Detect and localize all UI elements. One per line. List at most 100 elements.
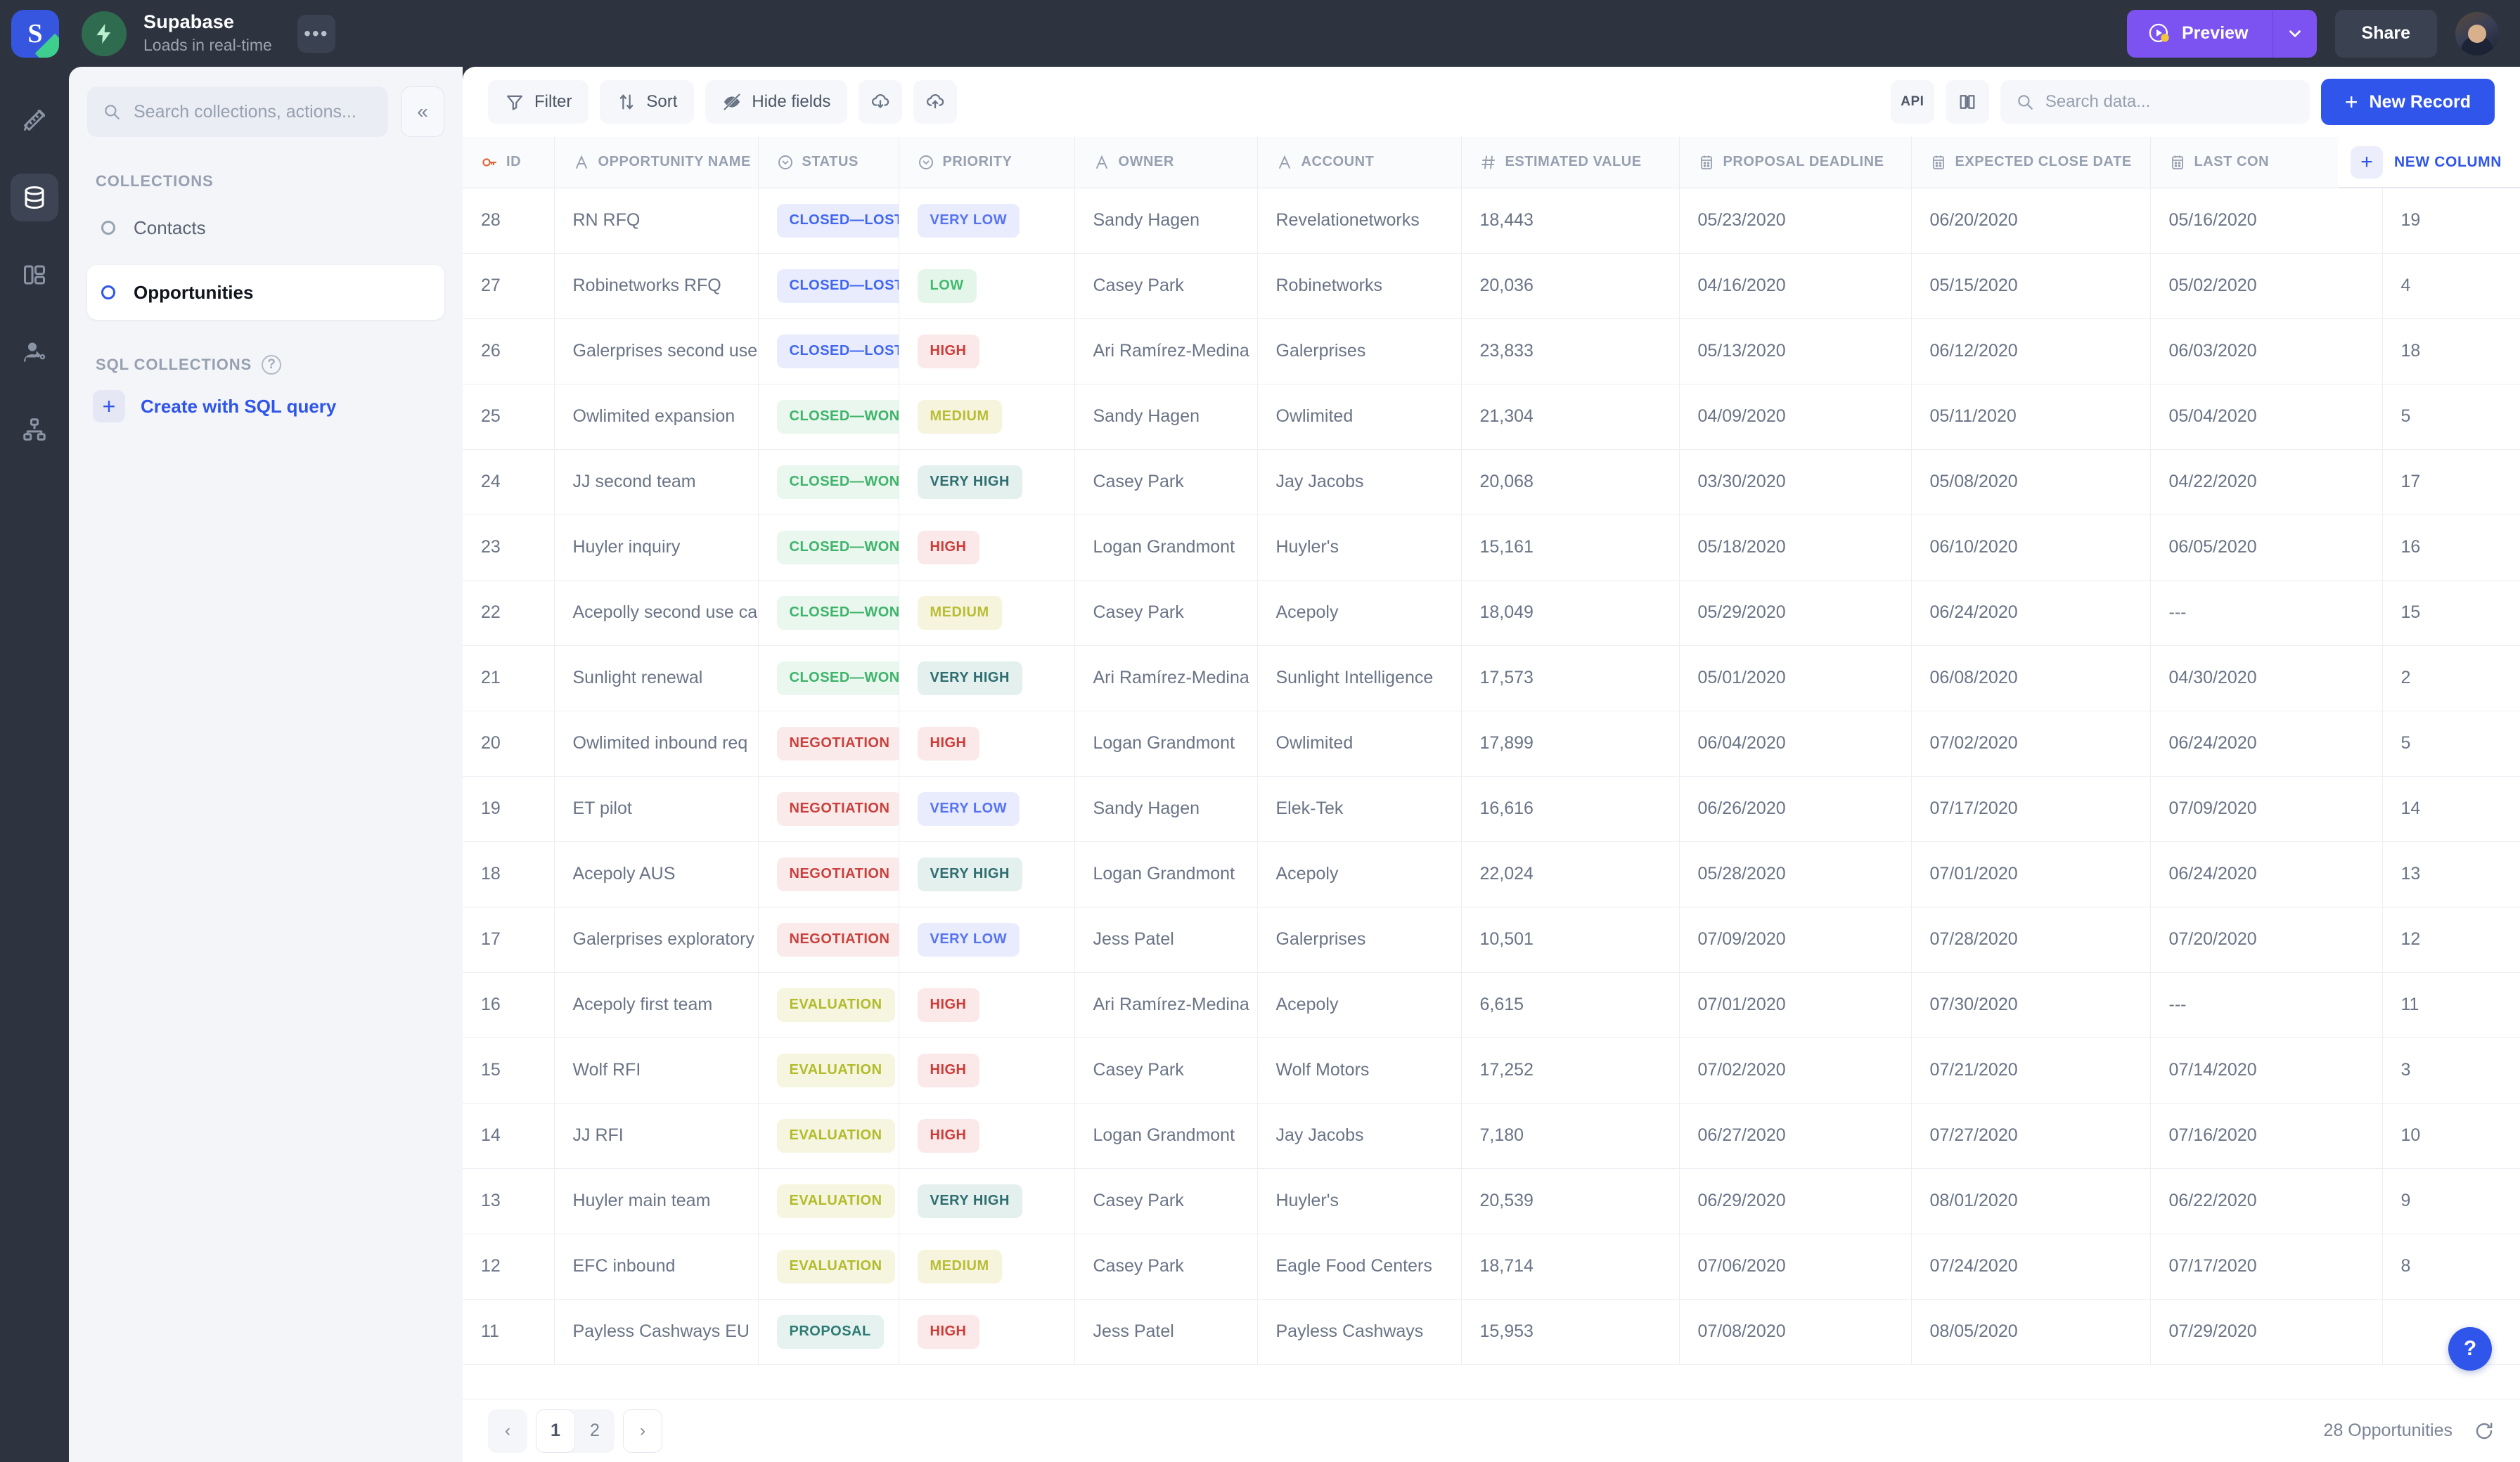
cell-estimated-value[interactable]: 20,068 xyxy=(1461,449,1680,515)
cell-opportunity-name[interactable]: Wolf RFI xyxy=(554,1037,759,1104)
cell-extra[interactable]: 13 xyxy=(2382,841,2520,907)
cell-status[interactable]: EVALUATION xyxy=(758,1168,899,1234)
column-header-proposal-deadline[interactable]: PROPOSAL DEADLINE xyxy=(1679,137,1912,188)
cell-owner[interactable]: Ari Ramírez-Medina xyxy=(1074,318,1258,384)
table-row[interactable]: 23 Huyler inquiry CLOSED—WON HIGH Logan Gran… xyxy=(463,515,2520,581)
cell-id[interactable]: 18 xyxy=(463,841,555,907)
cell-proposal-deadline[interactable]: 05/28/2020 xyxy=(1679,841,1912,907)
column-header-id[interactable]: ID xyxy=(463,137,555,188)
cell-priority[interactable]: HIGH xyxy=(899,1103,1075,1169)
cell-expected-close-date[interactable]: 07/30/2020 xyxy=(1911,972,2151,1038)
cell-account[interactable]: Galerprises xyxy=(1257,318,1462,384)
cell-opportunity-name[interactable]: Acepoly AUS xyxy=(554,841,759,907)
cell-account[interactable]: Sunlight Intelligence xyxy=(1257,645,1462,711)
cell-status[interactable]: EVALUATION xyxy=(758,1103,899,1169)
cell-last-contact[interactable]: 05/04/2020 xyxy=(2150,384,2383,450)
cell-owner[interactable]: Casey Park xyxy=(1074,1168,1258,1234)
cell-expected-close-date[interactable]: 06/12/2020 xyxy=(1911,318,2151,384)
cell-last-contact[interactable]: 06/24/2020 xyxy=(2150,711,2383,777)
cell-owner[interactable]: Logan Grandmont xyxy=(1074,841,1258,907)
cell-proposal-deadline[interactable]: 07/06/2020 xyxy=(1679,1234,1912,1300)
share-button[interactable]: Share xyxy=(2334,9,2437,58)
table-row[interactable]: 17 Galerprises exploratory NEGOTIATION VERY… xyxy=(463,907,2520,973)
cell-priority[interactable]: MEDIUM xyxy=(899,580,1075,646)
cell-estimated-value[interactable]: 7,180 xyxy=(1461,1103,1680,1169)
table-row[interactable]: 20 Owlimited inbound req NEGOTIATION HIGH Lo… xyxy=(463,711,2520,777)
cell-id[interactable]: 17 xyxy=(463,907,555,973)
table-row[interactable]: 27 Robinetworks RFQ CLOSED—LOST LOW Casey Pa… xyxy=(463,253,2520,319)
collapse-sidebar-button[interactable]: « xyxy=(401,86,444,137)
cell-expected-close-date[interactable]: 06/20/2020 xyxy=(1911,188,2151,254)
cell-proposal-deadline[interactable]: 06/04/2020 xyxy=(1679,711,1912,777)
cell-expected-close-date[interactable]: 07/01/2020 xyxy=(1911,841,2151,907)
cell-account[interactable]: Elek-Tek xyxy=(1257,776,1462,842)
cell-id[interactable]: 13 xyxy=(463,1168,555,1234)
cell-estimated-value[interactable]: 16,616 xyxy=(1461,776,1680,842)
cell-account[interactable]: Huyler's xyxy=(1257,1168,1462,1234)
table-row[interactable]: 28 RN RFQ CLOSED—LOST VERY LOW Sandy Hagen Re… xyxy=(463,188,2520,254)
help-circle-icon[interactable]: ? xyxy=(262,355,282,375)
cell-estimated-value[interactable]: 6,615 xyxy=(1461,972,1680,1038)
cell-priority[interactable]: VERY HIGH xyxy=(899,841,1075,907)
cell-owner[interactable]: Jess Patel xyxy=(1074,1299,1258,1365)
cell-id[interactable]: 16 xyxy=(463,972,555,1038)
cell-expected-close-date[interactable]: 06/10/2020 xyxy=(1911,515,2151,581)
cell-priority[interactable]: HIGH xyxy=(899,318,1075,384)
cell-priority[interactable]: VERY LOW xyxy=(899,188,1075,254)
cell-owner[interactable]: Logan Grandmont xyxy=(1074,1103,1258,1169)
cell-opportunity-name[interactable]: Huyler inquiry xyxy=(554,515,759,581)
cell-last-contact[interactable]: 06/05/2020 xyxy=(2150,515,2383,581)
cell-priority[interactable]: MEDIUM xyxy=(899,1234,1075,1300)
cell-estimated-value[interactable]: 18,049 xyxy=(1461,580,1680,646)
rail-item-layout[interactable] xyxy=(11,251,58,299)
app-logo[interactable]: S xyxy=(11,9,59,58)
cell-extra[interactable]: 3 xyxy=(2382,1037,2520,1104)
cell-proposal-deadline[interactable]: 05/01/2020 xyxy=(1679,645,1912,711)
cell-proposal-deadline[interactable]: 04/09/2020 xyxy=(1679,384,1912,450)
cell-expected-close-date[interactable]: 06/24/2020 xyxy=(1911,580,2151,646)
cell-extra[interactable]: 16 xyxy=(2382,515,2520,581)
cell-last-contact[interactable]: 07/20/2020 xyxy=(2150,907,2383,973)
cell-status[interactable]: CLOSED—WON xyxy=(758,449,899,515)
cell-status[interactable]: EVALUATION xyxy=(758,1234,899,1300)
cell-estimated-value[interactable]: 20,036 xyxy=(1461,253,1680,319)
cell-id[interactable]: 26 xyxy=(463,318,555,384)
sidebar-item-contacts[interactable]: Contacts xyxy=(87,200,444,255)
cell-opportunity-name[interactable]: Robinetworks RFQ xyxy=(554,253,759,319)
cell-status[interactable]: NEGOTIATION xyxy=(758,711,899,777)
cell-priority[interactable]: VERY LOW xyxy=(899,776,1075,842)
cell-status[interactable]: CLOSED—WON xyxy=(758,580,899,646)
cell-opportunity-name[interactable]: JJ RFI xyxy=(554,1103,759,1169)
cell-extra[interactable]: 2 xyxy=(2382,645,2520,711)
cell-estimated-value[interactable]: 15,953 xyxy=(1461,1299,1680,1365)
cell-status[interactable]: CLOSED—LOST xyxy=(758,188,899,254)
cell-extra[interactable]: 10 xyxy=(2382,1103,2520,1169)
cell-extra[interactable]: 12 xyxy=(2382,907,2520,973)
cell-opportunity-name[interactable]: ET pilot xyxy=(554,776,759,842)
cell-proposal-deadline[interactable]: 05/13/2020 xyxy=(1679,318,1912,384)
cell-status[interactable]: NEGOTIATION xyxy=(758,776,899,842)
column-header-owner[interactable]: OWNER xyxy=(1074,137,1258,188)
cell-account[interactable]: Wolf Motors xyxy=(1257,1037,1462,1104)
cell-extra[interactable]: 5 xyxy=(2382,384,2520,450)
cell-last-contact[interactable]: 07/16/2020 xyxy=(2150,1103,2383,1169)
rail-item-database[interactable] xyxy=(11,174,58,221)
cell-extra[interactable]: 11 xyxy=(2382,972,2520,1038)
cell-extra[interactable]: 19 xyxy=(2382,188,2520,254)
cell-proposal-deadline[interactable]: 04/16/2020 xyxy=(1679,253,1912,319)
cell-owner[interactable]: Casey Park xyxy=(1074,1037,1258,1104)
cell-account[interactable]: Robinetworks xyxy=(1257,253,1462,319)
cell-id[interactable]: 14 xyxy=(463,1103,555,1169)
cell-opportunity-name[interactable]: Owlimited inbound req xyxy=(554,711,759,777)
cell-extra[interactable]: 17 xyxy=(2382,449,2520,515)
table-row[interactable]: 21 Sunlight renewal CLOSED—WON VERY HIGH Ari… xyxy=(463,645,2520,711)
cell-expected-close-date[interactable]: 05/08/2020 xyxy=(1911,449,2151,515)
cell-extra[interactable]: 15 xyxy=(2382,580,2520,646)
page-button-1[interactable]: 1 xyxy=(536,1409,575,1453)
table-row[interactable]: 18 Acepoly AUS NEGOTIATION VERY HIGH Logan G… xyxy=(463,841,2520,907)
new-record-button[interactable]: + New Record xyxy=(2320,79,2495,125)
cell-proposal-deadline[interactable]: 06/29/2020 xyxy=(1679,1168,1912,1234)
page-button-2[interactable]: 2 xyxy=(575,1409,615,1453)
cell-id[interactable]: 24 xyxy=(463,449,555,515)
cell-account[interactable]: Acepoly xyxy=(1257,580,1462,646)
